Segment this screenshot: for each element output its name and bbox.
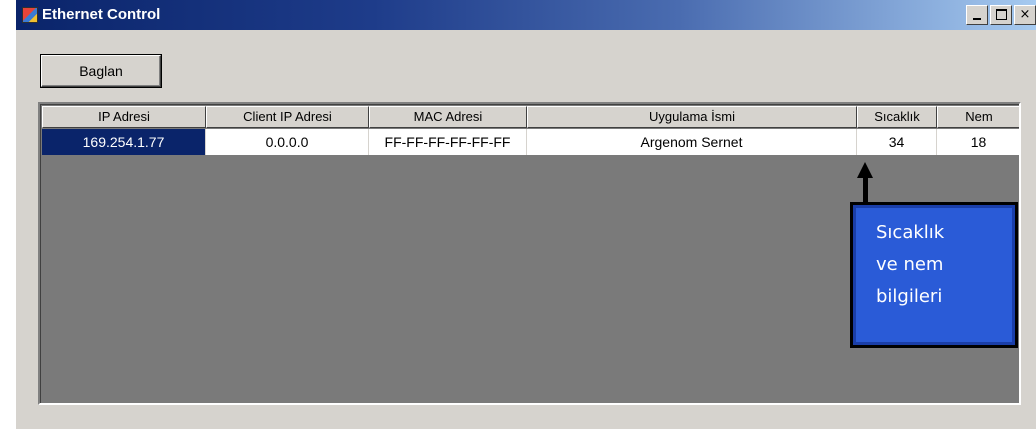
column-header-ip[interactable]: IP Adresi [42, 106, 206, 128]
column-header-app-name[interactable]: Uygulama İsmi [527, 106, 857, 128]
column-header-humidity[interactable]: Nem [937, 106, 1019, 128]
cell-temperature[interactable]: 34 [857, 129, 937, 155]
window-controls: × [966, 5, 1036, 25]
cell-app-name[interactable]: Argenom Sernet [527, 129, 857, 155]
minimize-button[interactable] [966, 5, 988, 25]
annotation-callout: Sıcaklık ve nem bilgileri [850, 202, 1018, 348]
maximize-button[interactable] [990, 5, 1012, 25]
close-button[interactable]: × [1014, 5, 1036, 25]
cell-humidity[interactable]: 18 [937, 129, 1019, 155]
callout-line: ve nem [876, 254, 944, 275]
window-title: Ethernet Control [42, 6, 161, 23]
arrow-shaft [863, 176, 868, 202]
cell-ip[interactable]: 169.254.1.77 [42, 129, 206, 155]
table-row[interactable]: 169.254.1.77 0.0.0.0 FF-FF-FF-FF-FF-FF A… [42, 129, 1019, 155]
column-header-client-ip[interactable]: Client IP Adresi [206, 106, 369, 128]
connect-button[interactable]: Baglan [41, 55, 161, 87]
column-header-temperature[interactable]: Sıcaklık [857, 106, 937, 128]
title-bar[interactable]: Ethernet Control × [16, 0, 1036, 30]
table-header: IP Adresi Client IP Adresi MAC Adresi Uy… [42, 106, 1019, 128]
app-icon [22, 7, 38, 23]
callout-line: Sıcaklık [876, 222, 945, 243]
column-header-mac[interactable]: MAC Adresi [369, 106, 527, 128]
cell-client-ip[interactable]: 0.0.0.0 [206, 129, 369, 155]
cell-mac[interactable]: FF-FF-FF-FF-FF-FF [369, 129, 527, 155]
callout-line: bilgileri [876, 286, 943, 307]
